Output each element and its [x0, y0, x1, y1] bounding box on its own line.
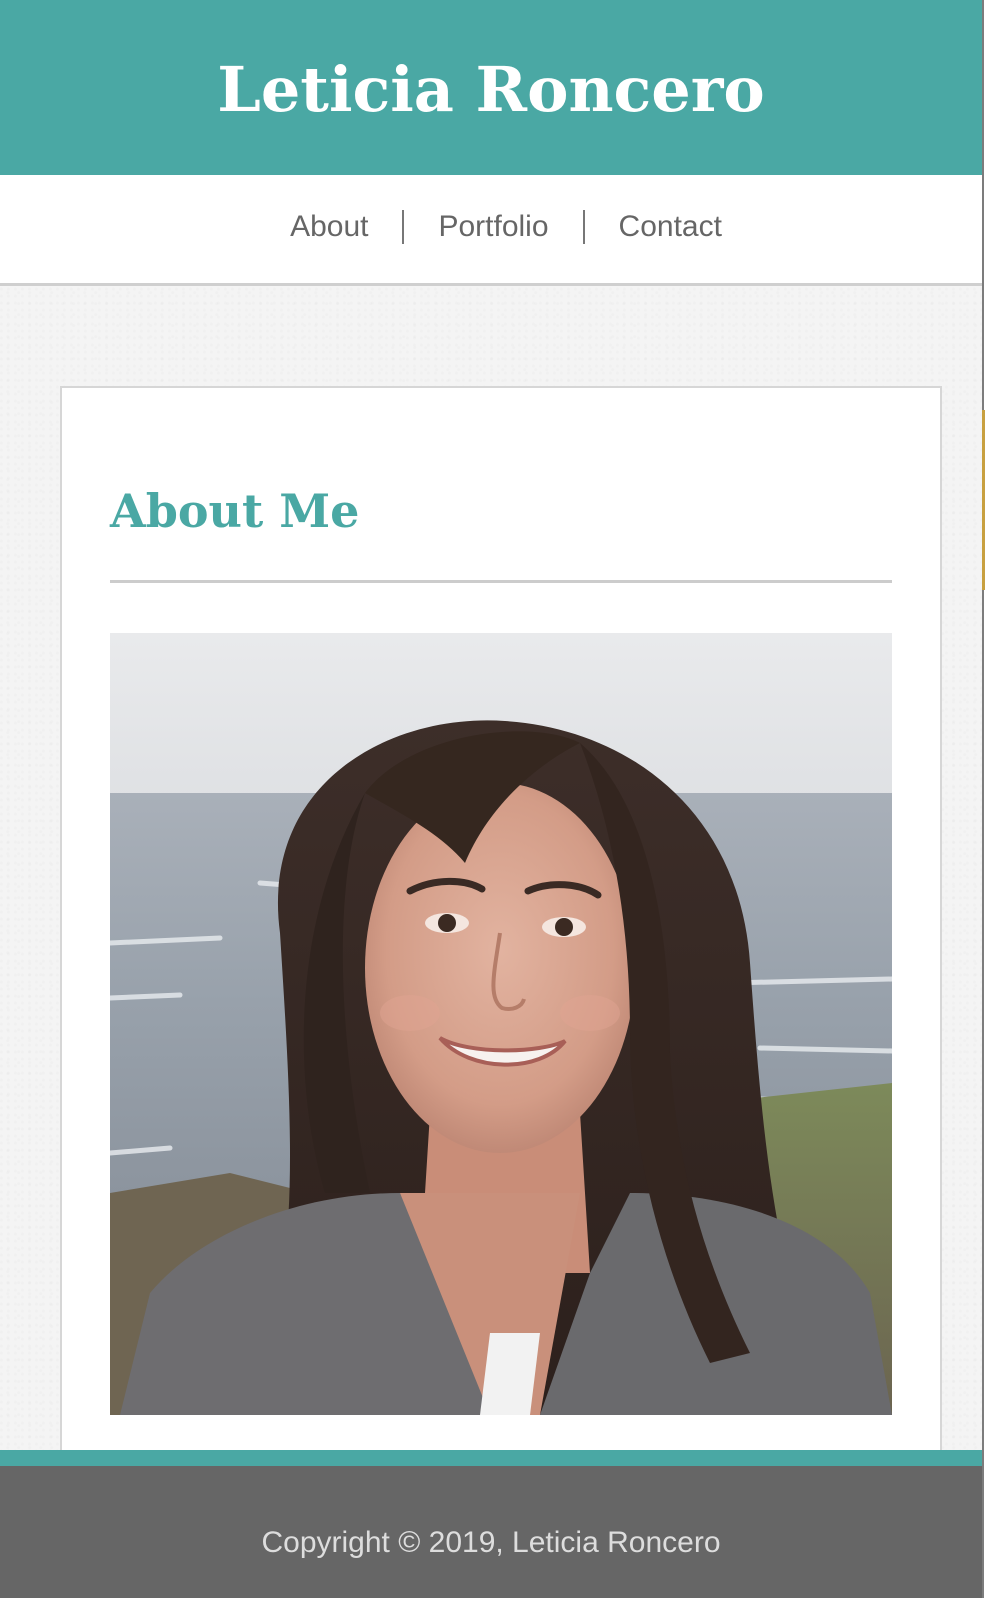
site-title[interactable]: Leticia Roncero — [217, 53, 764, 126]
nav-link-about[interactable]: About — [256, 210, 402, 244]
nav-list: About Portfolio Contact — [256, 210, 756, 244]
window-edge-accent — [982, 410, 985, 590]
section-heading: About Me — [110, 484, 360, 538]
nav-link-contact[interactable]: Contact — [585, 210, 756, 244]
portrait-photo — [110, 633, 892, 1415]
site-footer: Copyright © 2019, Leticia Roncero — [0, 1450, 982, 1598]
about-card: About Me — [60, 386, 942, 1466]
main-nav: About Portfolio Contact — [0, 175, 982, 286]
copyright-text: Copyright © 2019, Leticia Roncero — [261, 1526, 721, 1559]
window-edge-line — [982, 0, 984, 1598]
heading-divider — [110, 580, 892, 583]
window-edge — [982, 0, 1002, 1598]
site-header: Leticia Roncero — [0, 0, 982, 175]
nav-link-portfolio[interactable]: Portfolio — [404, 210, 582, 244]
